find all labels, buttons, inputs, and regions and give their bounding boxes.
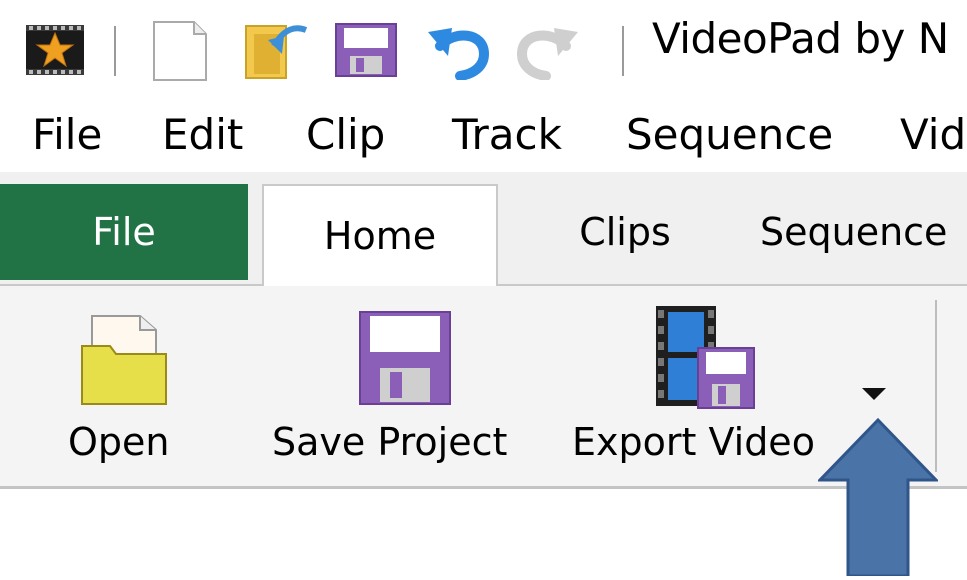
app-star-icon[interactable] (26, 25, 84, 75)
tab-sequence[interactable]: Sequence (760, 184, 967, 280)
menu-track[interactable]: Track (452, 110, 562, 159)
save-icon[interactable] (334, 22, 398, 78)
export-video-label: Export Video (572, 420, 815, 464)
menu-video[interactable]: Vid (900, 110, 966, 159)
tab-home[interactable]: Home (262, 184, 498, 286)
window-title: VideoPad by N (652, 14, 949, 63)
tab-clips[interactable]: Clips (560, 184, 690, 280)
open-label: Open (68, 420, 170, 464)
save-project-label: Save Project (272, 420, 508, 464)
quick-access-separator (114, 26, 116, 76)
undo-icon[interactable] (426, 22, 490, 81)
annotation-arrow (816, 417, 940, 578)
export-video-button[interactable]: Export Video (570, 300, 832, 475)
menu-sequence[interactable]: Sequence (626, 110, 833, 159)
redo-icon[interactable] (516, 22, 580, 81)
chevron-down-icon (862, 388, 886, 400)
open-button[interactable]: Open (60, 300, 200, 475)
folder-icon (80, 312, 170, 406)
menu-edit[interactable]: Edit (162, 110, 243, 159)
title-separator (622, 26, 624, 76)
export-dropdown-button[interactable] (858, 380, 890, 410)
menu-file[interactable]: File (32, 110, 102, 159)
tab-file[interactable]: File (0, 184, 248, 280)
export-video-icon (652, 306, 756, 410)
open-folder-icon[interactable] (244, 20, 310, 80)
new-file-icon[interactable] (150, 20, 210, 82)
save-project-button[interactable]: Save Project (270, 300, 540, 475)
menu-clip[interactable]: Clip (306, 110, 385, 159)
save-project-icon (358, 310, 452, 406)
